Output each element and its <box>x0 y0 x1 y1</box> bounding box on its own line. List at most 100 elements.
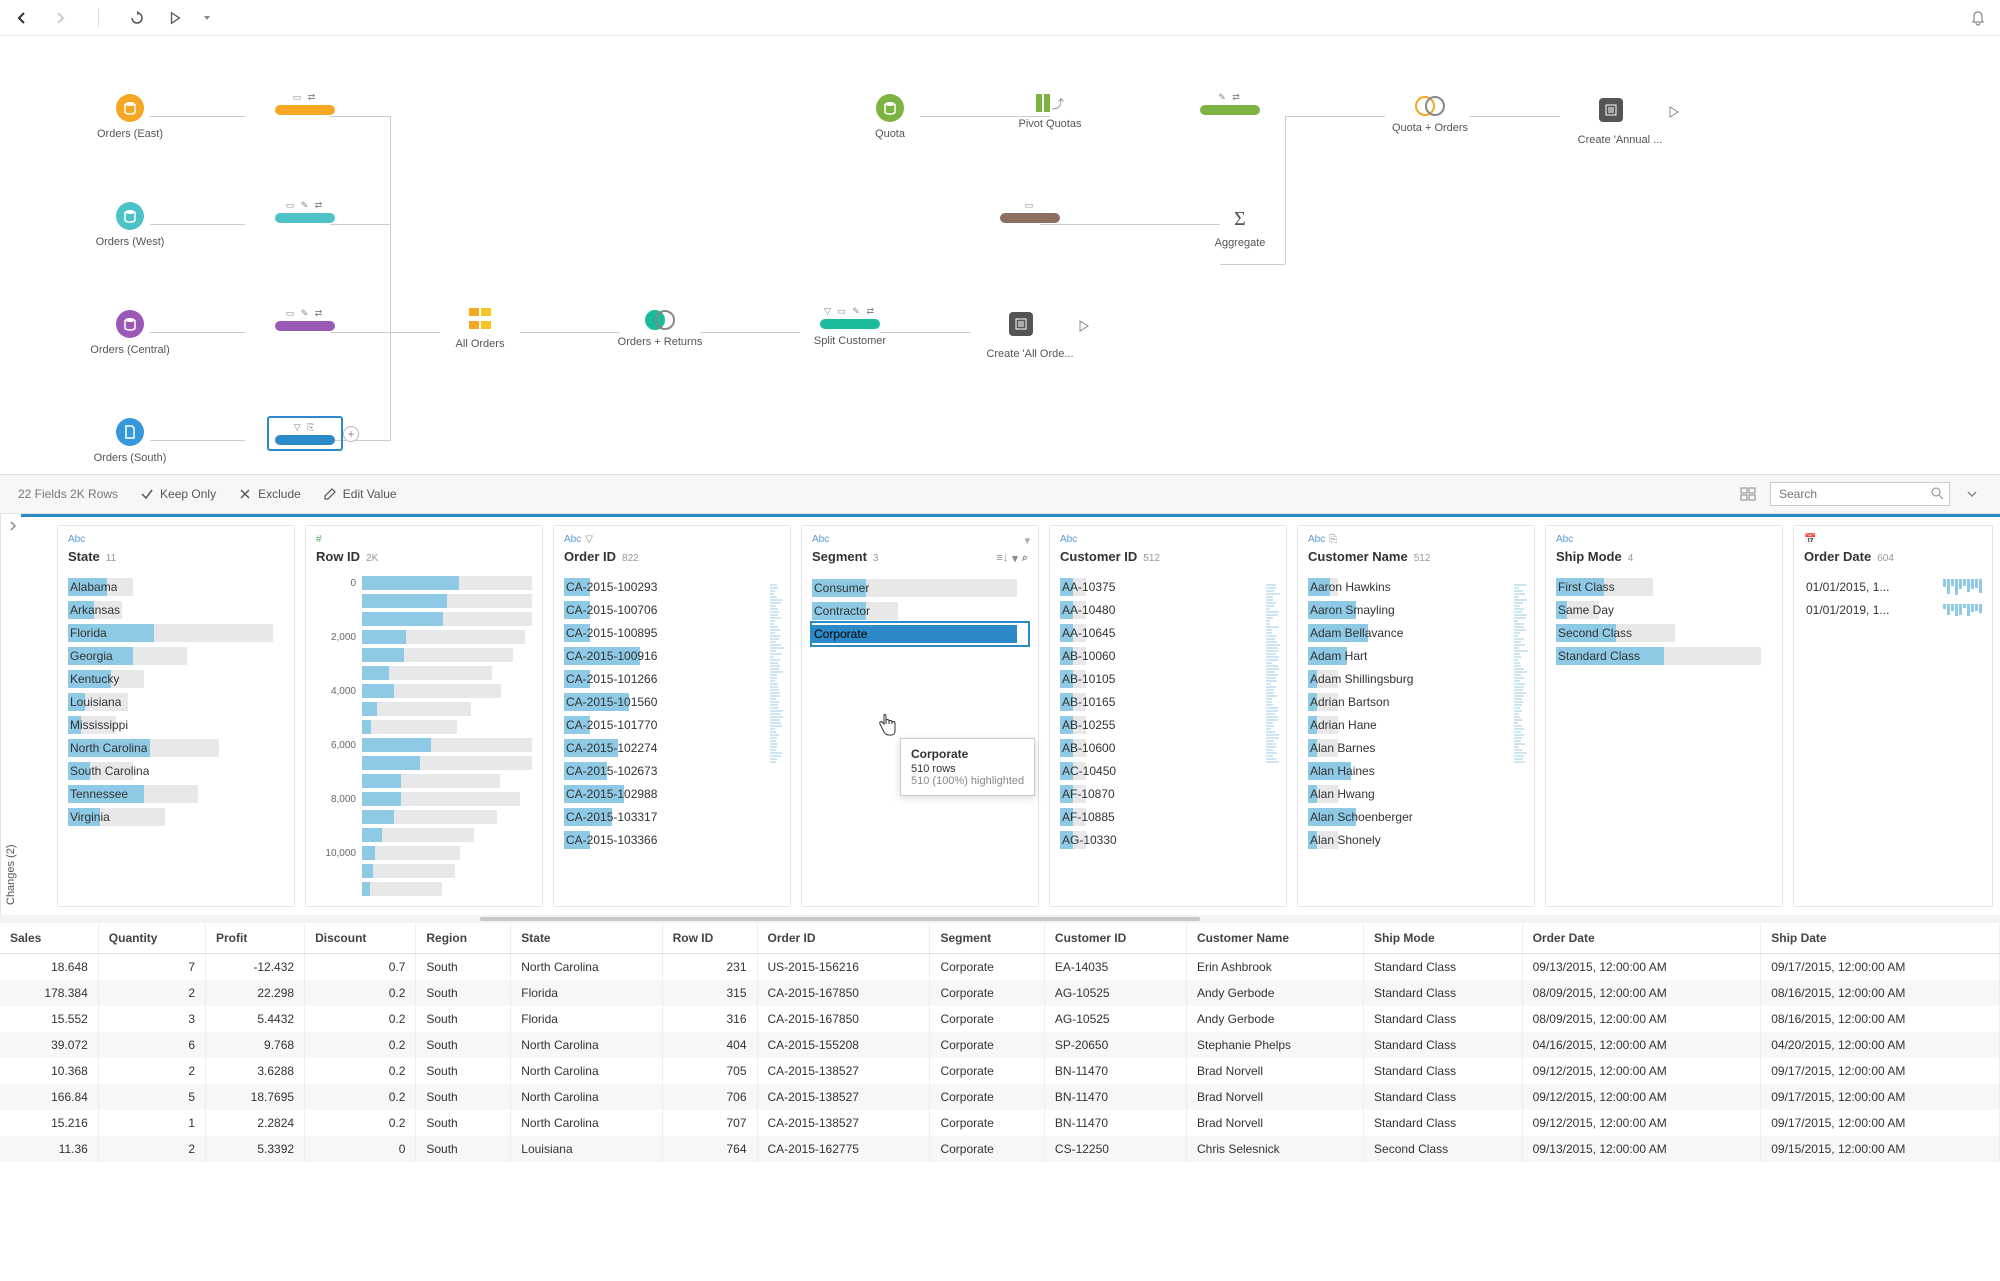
node-orders-south[interactable]: Orders (South) <box>70 418 190 464</box>
profile-card-customerid[interactable]: AbcCustomer ID512AA-10375AA-10480AA-1064… <box>1049 525 1287 907</box>
value-row[interactable]: Kentucky <box>68 668 284 690</box>
step-quota[interactable]: ✎ ⇄ <box>1170 92 1290 119</box>
value-row[interactable]: AA-10375 <box>1060 576 1276 598</box>
value-row[interactable]: Alan Haines <box>1308 760 1524 782</box>
value-row[interactable]: Tennessee <box>68 783 284 805</box>
histogram-bar[interactable] <box>316 882 532 896</box>
value-row[interactable]: CA-2015-102673 <box>564 760 780 782</box>
more-icon[interactable]: ▾ <box>1012 552 1018 565</box>
value-row[interactable]: Mississippi <box>68 714 284 736</box>
node-orders-west[interactable]: Orders (West) <box>70 202 190 248</box>
step-east[interactable]: ▭ ⇄ <box>245 92 365 119</box>
play-icon[interactable] <box>1668 106 1680 121</box>
node-split-customer[interactable]: ▽ ▭ ✎ ⇄ Split Customer <box>790 306 910 347</box>
histogram-bar[interactable] <box>316 666 532 680</box>
value-row[interactable]: AG-10330 <box>1060 829 1276 851</box>
value-row[interactable]: Consumer <box>812 577 1028 599</box>
sort-icon[interactable]: ≡↓ <box>996 552 1008 565</box>
table-row[interactable]: 18.6487-12.4320.7SouthNorth Carolina231U… <box>0 954 2000 981</box>
profile-card-shipmode[interactable]: AbcShip Mode4First ClassSame DaySecond C… <box>1545 525 1783 907</box>
column-header[interactable]: Customer ID <box>1044 923 1186 954</box>
value-row[interactable]: Second Class <box>1556 622 1772 644</box>
notifications-icon[interactable] <box>1968 8 1988 28</box>
histogram-bar[interactable] <box>316 810 532 824</box>
table-row[interactable]: 178.384222.2980.2SouthFlorida315CA-2015-… <box>0 980 2000 1006</box>
step-aggregate-pre[interactable]: ▭ <box>970 200 1090 227</box>
value-row[interactable]: Alabama <box>68 576 284 598</box>
value-row[interactable]: AB-10165 <box>1060 691 1276 713</box>
value-row[interactable]: South Carolina <box>68 760 284 782</box>
histogram-bar[interactable] <box>316 864 532 878</box>
expand-changes-icon[interactable] <box>8 520 18 534</box>
histogram-bar[interactable]: 6,000 <box>316 738 532 752</box>
search-field-icon[interactable]: ⌕ <box>1022 552 1028 565</box>
value-row[interactable]: AA-10480 <box>1060 599 1276 621</box>
value-row[interactable]: Corporate <box>812 623 1028 645</box>
table-row[interactable]: 15.21612.28240.2SouthNorth Carolina707CA… <box>0 1110 2000 1136</box>
value-row[interactable]: Alan Schoenberger <box>1308 806 1524 828</box>
value-row[interactable]: Alan Hwang <box>1308 783 1524 805</box>
value-row[interactable]: CA-2015-100706 <box>564 599 780 621</box>
column-header[interactable]: Customer Name <box>1186 923 1363 954</box>
value-row[interactable]: Adam Bellavance <box>1308 622 1524 644</box>
keep-only-button[interactable]: Keep Only <box>140 487 216 501</box>
profile-card-customername[interactable]: Abc ⎘Customer Name512Aaron HawkinsAaron … <box>1297 525 1535 907</box>
value-row[interactable]: Standard Class <box>1556 645 1772 667</box>
histogram-bar[interactable] <box>316 594 532 608</box>
value-row[interactable]: Aaron Hawkins <box>1308 576 1524 598</box>
step-south-selected[interactable]: ▽ ⎘ + <box>245 416 365 451</box>
value-row[interactable]: 01/01/2019, 1... <box>1804 599 1982 621</box>
value-row[interactable]: CA-2015-102274 <box>564 737 780 759</box>
node-orders-east[interactable]: Orders (East) <box>70 94 190 140</box>
value-row[interactable]: AA-10645 <box>1060 622 1276 644</box>
histogram-bar[interactable]: 10,000 <box>316 846 532 860</box>
value-row[interactable]: Adam Shillingsburg <box>1308 668 1524 690</box>
column-header[interactable]: Segment <box>930 923 1044 954</box>
exclude-button[interactable]: Exclude <box>238 487 301 501</box>
value-row[interactable]: CA-2015-103317 <box>564 806 780 828</box>
step-west[interactable]: ▭ ✎ ⇄ <box>245 200 365 227</box>
value-row[interactable]: Aaron Smayling <box>1308 599 1524 621</box>
table-row[interactable]: 166.84518.76950.2SouthNorth Carolina706C… <box>0 1084 2000 1110</box>
column-header[interactable]: Ship Mode <box>1364 923 1523 954</box>
node-create-annual[interactable]: Create 'Annual ... <box>1560 98 1680 146</box>
refresh-button[interactable] <box>127 8 147 28</box>
value-row[interactable]: North Carolina <box>68 737 284 759</box>
edit-value-button[interactable]: Edit Value <box>323 487 397 501</box>
value-row[interactable]: AB-10600 <box>1060 737 1276 759</box>
value-row[interactable]: Alan Barnes <box>1308 737 1524 759</box>
profile-card-orderid[interactable]: Abc ▽Order ID822CA-2015-100293CA-2015-10… <box>553 525 791 907</box>
value-row[interactable]: AC-10450 <box>1060 760 1276 782</box>
profile-card-rowid[interactable]: #Row ID2K02,0004,0006,0008,00010,000 <box>305 525 543 907</box>
value-row[interactable]: Arkansas <box>68 599 284 621</box>
horizontal-scroll-indicator[interactable] <box>0 915 2000 923</box>
step-central[interactable]: ▭ ✎ ⇄ <box>245 308 365 335</box>
value-row[interactable]: Adam Hart <box>1308 645 1524 667</box>
node-aggregate[interactable]: Σ Aggregate <box>1180 208 1300 249</box>
value-row[interactable]: Contractor <box>812 600 1028 622</box>
value-row[interactable]: 01/01/2015, 1... <box>1804 576 1982 598</box>
histogram-bar[interactable] <box>316 756 532 770</box>
node-all-orders[interactable]: All Orders <box>420 308 540 350</box>
value-row[interactable]: CA-2015-102988 <box>564 783 780 805</box>
node-orders-central[interactable]: Orders (Central) <box>70 310 190 356</box>
value-row[interactable]: AB-10255 <box>1060 714 1276 736</box>
column-header[interactable]: Order ID <box>757 923 930 954</box>
value-row[interactable]: AF-10885 <box>1060 806 1276 828</box>
run-dropdown[interactable] <box>203 8 211 28</box>
value-row[interactable]: CA-2015-101266 <box>564 668 780 690</box>
table-row[interactable]: 39.07269.7680.2SouthNorth Carolina404CA-… <box>0 1032 2000 1058</box>
play-icon[interactable] <box>1078 320 1090 335</box>
histogram-bar[interactable]: 4,000 <box>316 684 532 698</box>
column-header[interactable]: Discount <box>305 923 416 954</box>
profile-card-orderdate[interactable]: 📅Order Date60401/01/2015, 1...01/01/2019… <box>1793 525 1993 907</box>
back-button[interactable] <box>12 8 32 28</box>
profile-card-state[interactable]: AbcState11AlabamaArkansasFloridaGeorgiaK… <box>57 525 295 907</box>
column-header[interactable]: State <box>511 923 662 954</box>
value-row[interactable]: Same Day <box>1556 599 1772 621</box>
value-row[interactable]: CA-2015-101770 <box>564 714 780 736</box>
value-row[interactable]: CA-2015-103366 <box>564 829 780 851</box>
value-row[interactable]: CA-2015-100895 <box>564 622 780 644</box>
value-row[interactable]: Georgia <box>68 645 284 667</box>
table-row[interactable]: 11.3625.33920SouthLouisiana764CA-2015-16… <box>0 1136 2000 1162</box>
